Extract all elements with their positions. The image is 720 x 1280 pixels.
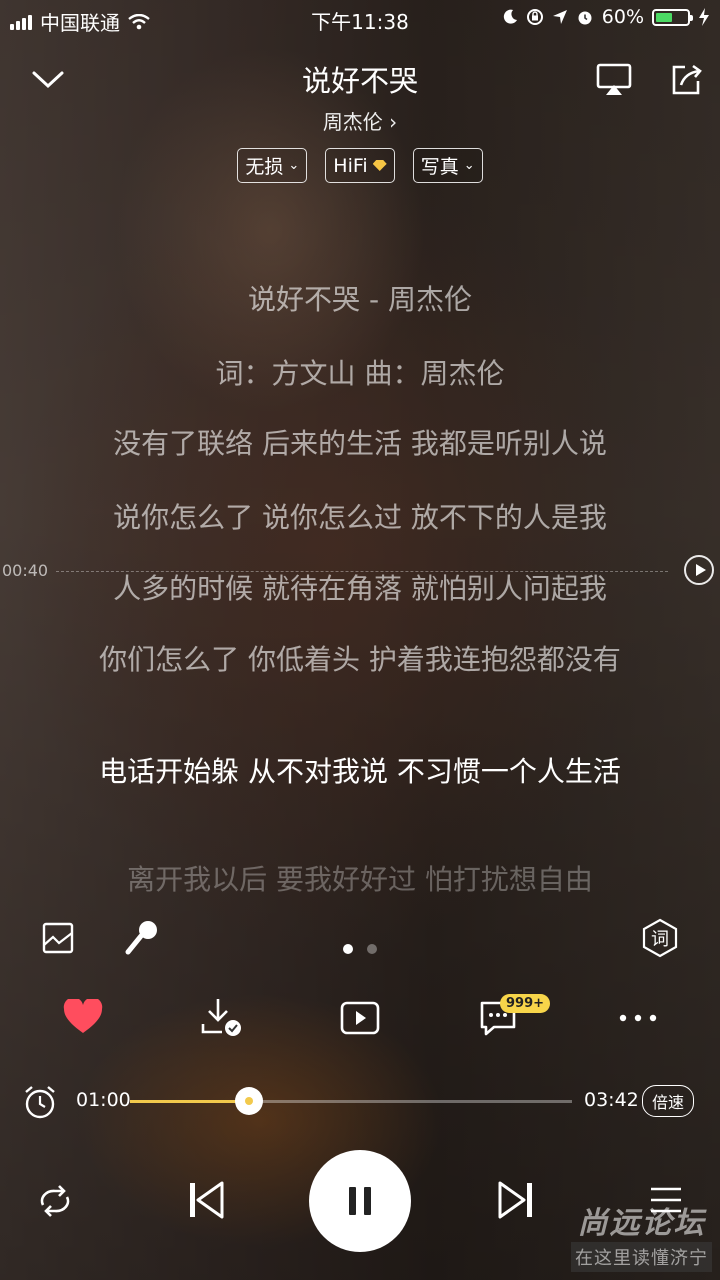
moon-icon <box>503 9 517 24</box>
more-icon <box>619 1014 657 1022</box>
comment-count-badge: 999+ <box>500 994 551 1013</box>
lyric-line: 没有了联络 后来的生活 我都是听别人说 <box>113 427 607 460</box>
repeat-icon <box>40 1185 70 1217</box>
more-button[interactable] <box>616 1000 660 1036</box>
hifi-tag[interactable]: HiFi <box>325 148 395 183</box>
airplay-icon <box>596 63 632 95</box>
pause-button[interactable] <box>309 1150 411 1252</box>
lyric-button[interactable]: 词 <box>640 918 680 958</box>
next-icon <box>498 1181 532 1219</box>
repeat-button[interactable] <box>34 1180 76 1222</box>
previous-icon <box>190 1181 224 1219</box>
previous-button[interactable] <box>184 1178 228 1222</box>
lyric-line: 你们怎么了 你低着头 护着我连抱怨都没有 <box>99 643 621 676</box>
download-button[interactable] <box>200 996 244 1038</box>
tag-label: 无损 <box>245 156 284 178</box>
tag-label: 写真 <box>420 156 459 178</box>
page-dot <box>367 944 377 954</box>
chevron-down-icon: ⌄ <box>288 158 300 173</box>
chevron-down-icon: ⌄ <box>463 158 475 173</box>
download-icon <box>201 999 241 1036</box>
watermark-logo: 尚远论坛 <box>577 1206 706 1241</box>
mv-button[interactable] <box>338 998 382 1038</box>
pause-icon <box>349 1187 356 1215</box>
tag-label: HiFi <box>333 154 368 177</box>
progress-played <box>130 1100 250 1103</box>
photo-tag[interactable]: 写真 ⌄ <box>412 148 483 183</box>
lyric-line: 离开我以后 要我好好过 怕打扰想自由 <box>127 863 593 896</box>
pause-icon <box>364 1187 371 1215</box>
next-button[interactable] <box>494 1178 538 1222</box>
progress-track[interactable] <box>130 1087 572 1115</box>
page-dot <box>343 944 353 954</box>
seek-time: 00:40 <box>2 561 49 580</box>
speed-button[interactable]: 倍速 <box>642 1085 695 1117</box>
status-bar: 中国联通 下午11:38 60% <box>0 0 720 36</box>
diamond-icon <box>372 160 387 171</box>
watermark-slogan: 在这里读懂济宁 <box>571 1242 712 1272</box>
lyric-button-label: 词 <box>651 929 669 950</box>
share-button[interactable] <box>666 60 706 100</box>
battery-percent: 60% <box>601 6 644 28</box>
lyric-line: 词：方文山 曲：周杰伦 <box>215 357 505 390</box>
seek-dash <box>56 571 668 572</box>
lyric-line: 人多的时候 就待在角落 就怕别人问起我 <box>113 572 607 605</box>
alarm-icon <box>578 11 592 25</box>
seek-play-icon[interactable] <box>684 555 714 585</box>
quality-tags: 无损 ⌄ HiFi 写真 ⌄ <box>0 148 720 183</box>
lossless-tag[interactable]: 无损 ⌄ <box>237 148 308 183</box>
video-icon <box>340 1001 380 1035</box>
share-icon <box>672 64 702 95</box>
progress-row: 01:00 03:42 倍速 <box>0 1083 720 1119</box>
battery-icon <box>652 8 693 26</box>
watermark: 尚远论坛 在这里读懂济宁 <box>571 1198 712 1272</box>
page-indicator <box>0 944 720 954</box>
current-time: 01:00 <box>76 1089 131 1111</box>
rotation-lock-icon <box>526 9 543 25</box>
charging-icon <box>699 8 709 26</box>
lyric-line: 说你怎么了 说你怎么过 放不下的人是我 <box>113 501 607 534</box>
lyric-line: 说好不哭 - 周杰伦 <box>248 283 472 316</box>
airplay-button[interactable] <box>594 60 634 100</box>
heart-icon <box>63 999 103 1033</box>
location-icon <box>552 10 567 24</box>
total-time: 03:42 <box>584 1089 639 1111</box>
lyric-line-current: 电话开始躲 从不对我说 不习惯一个人生活 <box>99 755 621 788</box>
artist-link[interactable]: 周杰伦 › <box>0 106 720 135</box>
like-button[interactable] <box>62 996 104 1038</box>
progress-knob[interactable] <box>235 1087 264 1115</box>
